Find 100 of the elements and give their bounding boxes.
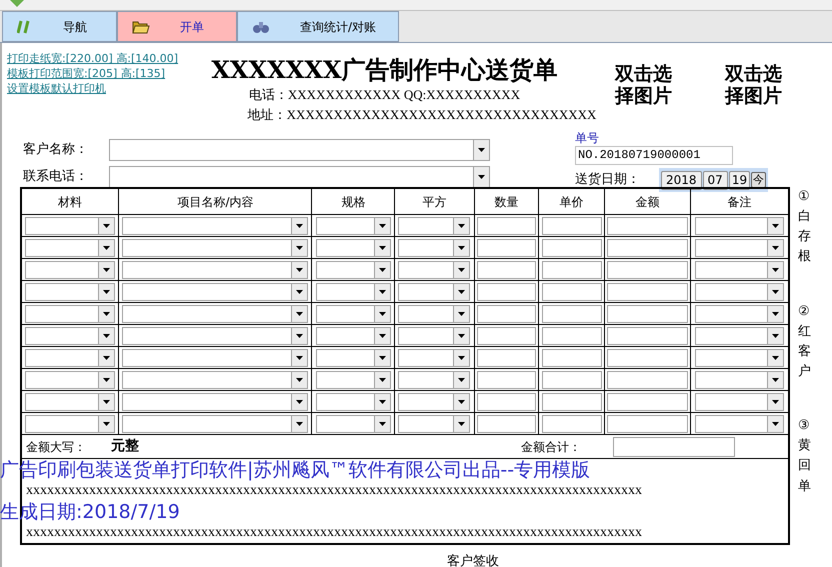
signature-label: 客户签收 xyxy=(447,554,499,567)
dropdown-field[interactable] xyxy=(316,260,391,278)
dropdown-field[interactable] xyxy=(695,282,784,300)
dropdown-field[interactable] xyxy=(25,370,116,388)
dropdown-field[interactable] xyxy=(695,414,784,432)
dropdown-field[interactable] xyxy=(695,326,784,344)
dropdown-field[interactable] xyxy=(695,216,784,234)
dropdown-field[interactable] xyxy=(122,216,308,234)
dropdown-field[interactable] xyxy=(109,139,490,161)
input-field[interactable] xyxy=(607,304,688,322)
dropdown-field[interactable] xyxy=(316,282,391,300)
input-field[interactable] xyxy=(542,326,602,344)
dropdown-field[interactable] xyxy=(398,392,470,410)
dropdown-field[interactable] xyxy=(398,348,470,366)
dropdown-field[interactable] xyxy=(695,348,784,366)
input-field[interactable] xyxy=(607,260,688,278)
amount-in-words-label: 金额大写： xyxy=(26,438,87,456)
print-setting-link[interactable]: 设置模板默认打印机 xyxy=(7,81,192,96)
input-field[interactable] xyxy=(607,392,688,410)
dropdown-field[interactable] xyxy=(316,304,391,322)
dropdown-field[interactable] xyxy=(316,238,391,256)
dropdown-field[interactable] xyxy=(695,238,784,256)
input-field[interactable] xyxy=(476,304,536,322)
input-field[interactable] xyxy=(476,238,536,256)
dropdown-field[interactable] xyxy=(695,370,784,388)
input-field[interactable] xyxy=(607,348,688,366)
dropdown-field[interactable] xyxy=(398,238,470,256)
input-field[interactable] xyxy=(476,348,536,366)
dropdown-field[interactable] xyxy=(109,166,490,188)
tab[interactable]: 导航 xyxy=(2,11,117,42)
dropdown-field[interactable] xyxy=(25,216,116,234)
dropdown-field[interactable] xyxy=(316,414,391,432)
month-field[interactable]: 07 xyxy=(702,170,728,190)
dropdown-field[interactable] xyxy=(25,392,116,410)
dropdown-field[interactable] xyxy=(122,260,308,278)
dropdown-field[interactable] xyxy=(122,238,308,256)
input-field[interactable] xyxy=(542,370,602,388)
dropdown-field[interactable] xyxy=(398,414,470,432)
dropdown-field[interactable] xyxy=(25,260,116,278)
dropdown-field[interactable] xyxy=(122,304,308,322)
dropdown-field[interactable] xyxy=(398,216,470,234)
dropdown-field[interactable] xyxy=(316,216,391,234)
input-field[interactable] xyxy=(476,216,536,234)
dropdown-field[interactable] xyxy=(316,348,391,366)
input-field[interactable] xyxy=(542,260,602,278)
input-field[interactable] xyxy=(476,392,536,410)
input-field[interactable] xyxy=(542,414,602,432)
dropdown-field[interactable] xyxy=(25,238,116,256)
input-field[interactable] xyxy=(607,370,688,388)
input-field[interactable] xyxy=(542,348,602,366)
input-field[interactable] xyxy=(476,370,536,388)
dropdown-field[interactable] xyxy=(695,392,784,410)
image-placeholder[interactable]: 双击选择图片 xyxy=(615,63,687,135)
input-field[interactable] xyxy=(607,326,688,344)
input-field[interactable] xyxy=(542,392,602,410)
input-field[interactable] xyxy=(476,282,536,300)
order-number-field[interactable]: NO.20180719000001 xyxy=(575,146,733,165)
total-field[interactable] xyxy=(613,436,735,456)
dropdown-field[interactable] xyxy=(25,326,116,344)
column-header: 材料 xyxy=(22,189,120,214)
input-field[interactable] xyxy=(607,282,688,300)
dropdown-field[interactable] xyxy=(316,370,391,388)
input-field[interactable] xyxy=(542,216,602,234)
dropdown-field[interactable] xyxy=(316,392,391,410)
input-field[interactable] xyxy=(542,304,602,322)
input-field[interactable] xyxy=(542,238,602,256)
tab[interactable]: 开单 xyxy=(117,11,237,42)
input-field[interactable] xyxy=(476,260,536,278)
image-placeholder[interactable]: 双击选择图片 xyxy=(725,63,797,135)
dropdown-field[interactable] xyxy=(122,326,308,344)
today-button[interactable]: 今 xyxy=(751,172,766,188)
dropdown-field[interactable] xyxy=(316,326,391,344)
dropdown-field[interactable] xyxy=(695,304,784,322)
dropdown-field[interactable] xyxy=(398,260,470,278)
input-field[interactable] xyxy=(542,282,602,300)
input-field[interactable] xyxy=(607,414,688,432)
dropdown-field[interactable] xyxy=(25,348,116,366)
dropdown-field[interactable] xyxy=(122,370,308,388)
input-field[interactable] xyxy=(607,216,688,234)
print-setting-link[interactable]: 模板打印范围宽:[205] 高:[135] xyxy=(7,66,192,81)
copy-label: ②红客户 xyxy=(798,302,811,381)
dropdown-field[interactable] xyxy=(398,304,470,322)
dropdown-field[interactable] xyxy=(25,414,116,432)
tab[interactable]: 查询统计/对账 xyxy=(237,11,399,42)
dropdown-field[interactable] xyxy=(25,282,116,300)
triangle-icon xyxy=(10,0,24,8)
input-field[interactable] xyxy=(476,326,536,344)
dropdown-field[interactable] xyxy=(398,370,470,388)
dropdown-field[interactable] xyxy=(25,304,116,322)
dropdown-field[interactable] xyxy=(122,348,308,366)
dropdown-field[interactable] xyxy=(398,326,470,344)
input-field[interactable] xyxy=(476,414,536,432)
input-field[interactable] xyxy=(607,238,688,256)
date-picker[interactable]: 2018 07 19 今 xyxy=(659,168,768,192)
dropdown-field[interactable] xyxy=(398,282,470,300)
dropdown-field[interactable] xyxy=(695,260,784,278)
print-setting-link[interactable]: 打印走纸宽:[220.00] 高:[140.00] xyxy=(7,51,192,66)
dropdown-field[interactable] xyxy=(122,282,308,300)
dropdown-field[interactable] xyxy=(122,392,308,410)
dropdown-field[interactable] xyxy=(122,414,308,432)
